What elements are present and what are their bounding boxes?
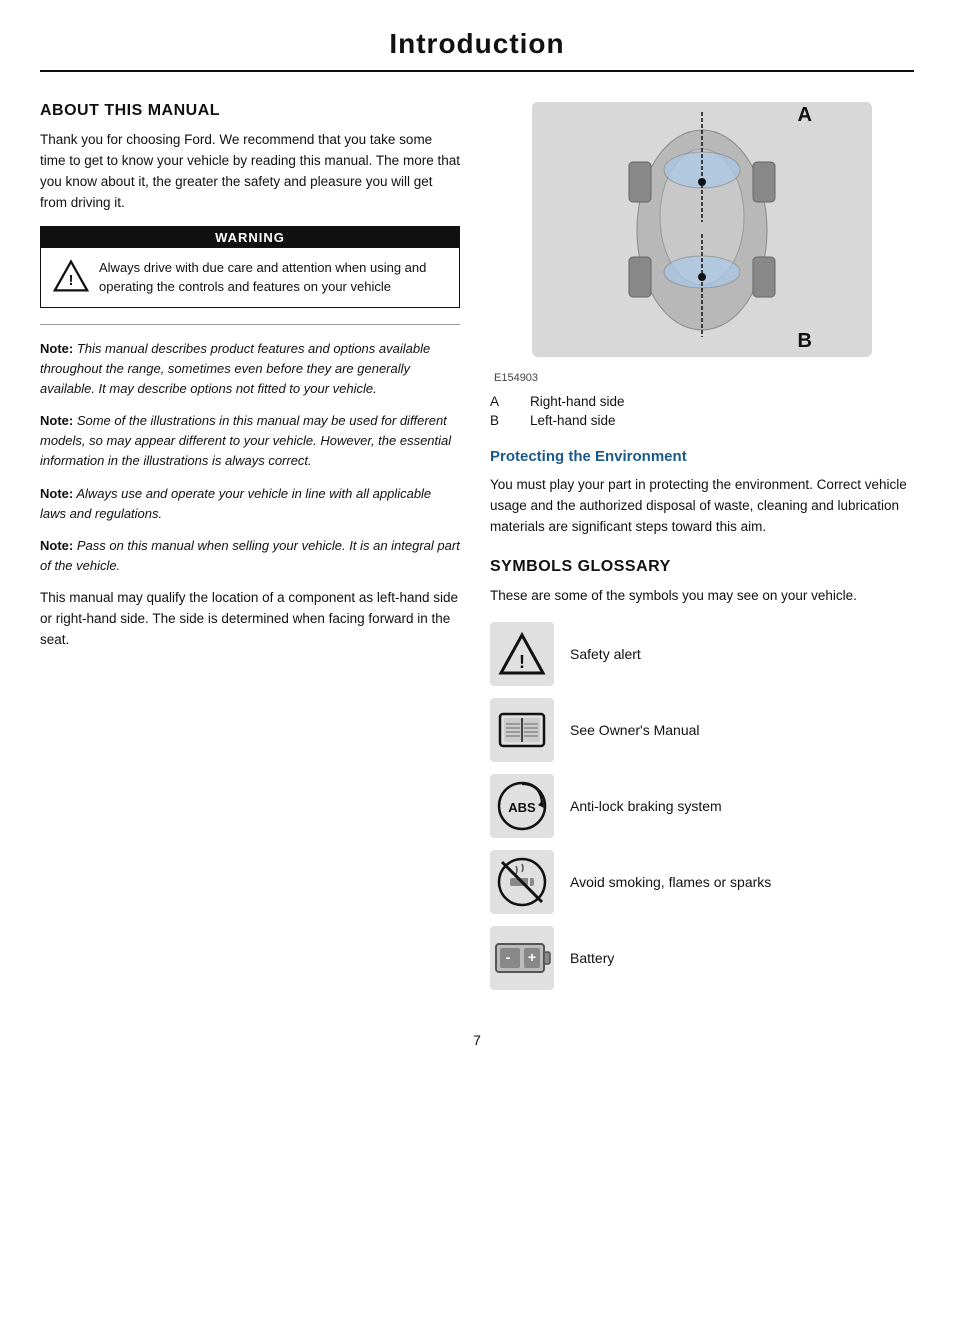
- owners-manual-icon: [490, 698, 554, 762]
- car-diagram-svg: [532, 102, 872, 357]
- vehicle-diagram: A B: [532, 102, 872, 362]
- page-number: 7: [40, 1032, 914, 1048]
- battery-label: Battery: [570, 950, 614, 966]
- page-header: Introduction: [40, 0, 914, 72]
- location-text: This manual may qualify the location of …: [40, 588, 460, 651]
- note-3-label: Note:: [40, 486, 73, 501]
- warning-label: WARNING: [41, 227, 459, 248]
- note-2-text: Some of the illustrations in this manual…: [40, 413, 451, 468]
- legend-row-a: A Right-hand side: [490, 394, 914, 409]
- legend-row-b: B Left-hand side: [490, 413, 914, 428]
- safety-alert-label: Safety alert: [570, 646, 641, 662]
- left-column: ABOUT THIS MANUAL Thank you for choosing…: [40, 102, 460, 1002]
- warning-text: Always drive with due care and attention…: [99, 258, 447, 297]
- legend-desc-b: Left-hand side: [530, 413, 616, 428]
- symbols-intro: These are some of the symbols you may se…: [490, 586, 914, 606]
- symbol-row-abs: ABS Anti-lock braking system: [490, 774, 914, 838]
- svg-text:!: !: [69, 273, 74, 289]
- right-column: A B E154903 A Right-hand side B Left-han…: [490, 102, 914, 1002]
- divider-1: [40, 324, 460, 325]
- svg-text:-: -: [506, 949, 511, 965]
- protecting-title: Protecting the Environment: [490, 448, 914, 465]
- page-container: Introduction ABOUT THIS MANUAL Thank you…: [0, 0, 954, 1329]
- svg-text:+: +: [528, 949, 536, 965]
- diagram-label-b: B: [798, 330, 812, 353]
- note-1-label: Note:: [40, 341, 73, 356]
- note-3: Note: Always use and operate your vehicl…: [40, 484, 460, 524]
- owners-manual-label: See Owner's Manual: [570, 722, 700, 738]
- note-2: Note: Some of the illustrations in this …: [40, 411, 460, 471]
- diagram-label-a: A: [798, 104, 812, 127]
- note-1: Note: This manual describes product feat…: [40, 339, 460, 399]
- no-smoking-label: Avoid smoking, flames or sparks: [570, 874, 771, 890]
- no-smoking-icon: [490, 850, 554, 914]
- symbol-row-owners-manual: See Owner's Manual: [490, 698, 914, 762]
- legend-table: A Right-hand side B Left-hand side: [490, 394, 914, 428]
- about-title: ABOUT THIS MANUAL: [40, 102, 460, 120]
- intro-text: Thank you for choosing Ford. We recommen…: [40, 130, 460, 214]
- main-content: ABOUT THIS MANUAL Thank you for choosing…: [40, 102, 914, 1002]
- symbol-row-no-smoking: Avoid smoking, flames or sparks: [490, 850, 914, 914]
- legend-letter-a: A: [490, 394, 510, 409]
- warning-body: ! Always drive with due care and attenti…: [41, 248, 459, 307]
- note-1-text: This manual describes product features a…: [40, 341, 430, 396]
- battery-icon: - +: [490, 926, 554, 990]
- legend-desc-a: Right-hand side: [530, 394, 625, 409]
- abs-icon: ABS: [490, 774, 554, 838]
- note-4-label: Note:: [40, 538, 73, 553]
- legend-letter-b: B: [490, 413, 510, 428]
- diagram-caption: E154903: [490, 372, 914, 384]
- symbol-row-battery: - + Battery: [490, 926, 914, 990]
- safety-alert-icon: !: [490, 622, 554, 686]
- symbols-title: SYMBOLS GLOSSARY: [490, 558, 914, 576]
- svg-text:ABS: ABS: [508, 800, 536, 815]
- note-2-label: Note:: [40, 413, 73, 428]
- page-title: Introduction: [40, 28, 914, 60]
- protecting-text: You must play your part in protecting th…: [490, 475, 914, 538]
- note-4: Note: Pass on this manual when selling y…: [40, 536, 460, 576]
- note-3-text: Always use and operate your vehicle in l…: [40, 486, 431, 521]
- symbol-row-safety-alert: ! Safety alert: [490, 622, 914, 686]
- svg-text:!: !: [519, 652, 525, 672]
- warning-box: WARNING ! Always drive with due care and…: [40, 226, 460, 308]
- note-4-text: Pass on this manual when selling your ve…: [40, 538, 460, 573]
- warning-triangle-icon: !: [53, 258, 89, 294]
- abs-label: Anti-lock braking system: [570, 798, 722, 814]
